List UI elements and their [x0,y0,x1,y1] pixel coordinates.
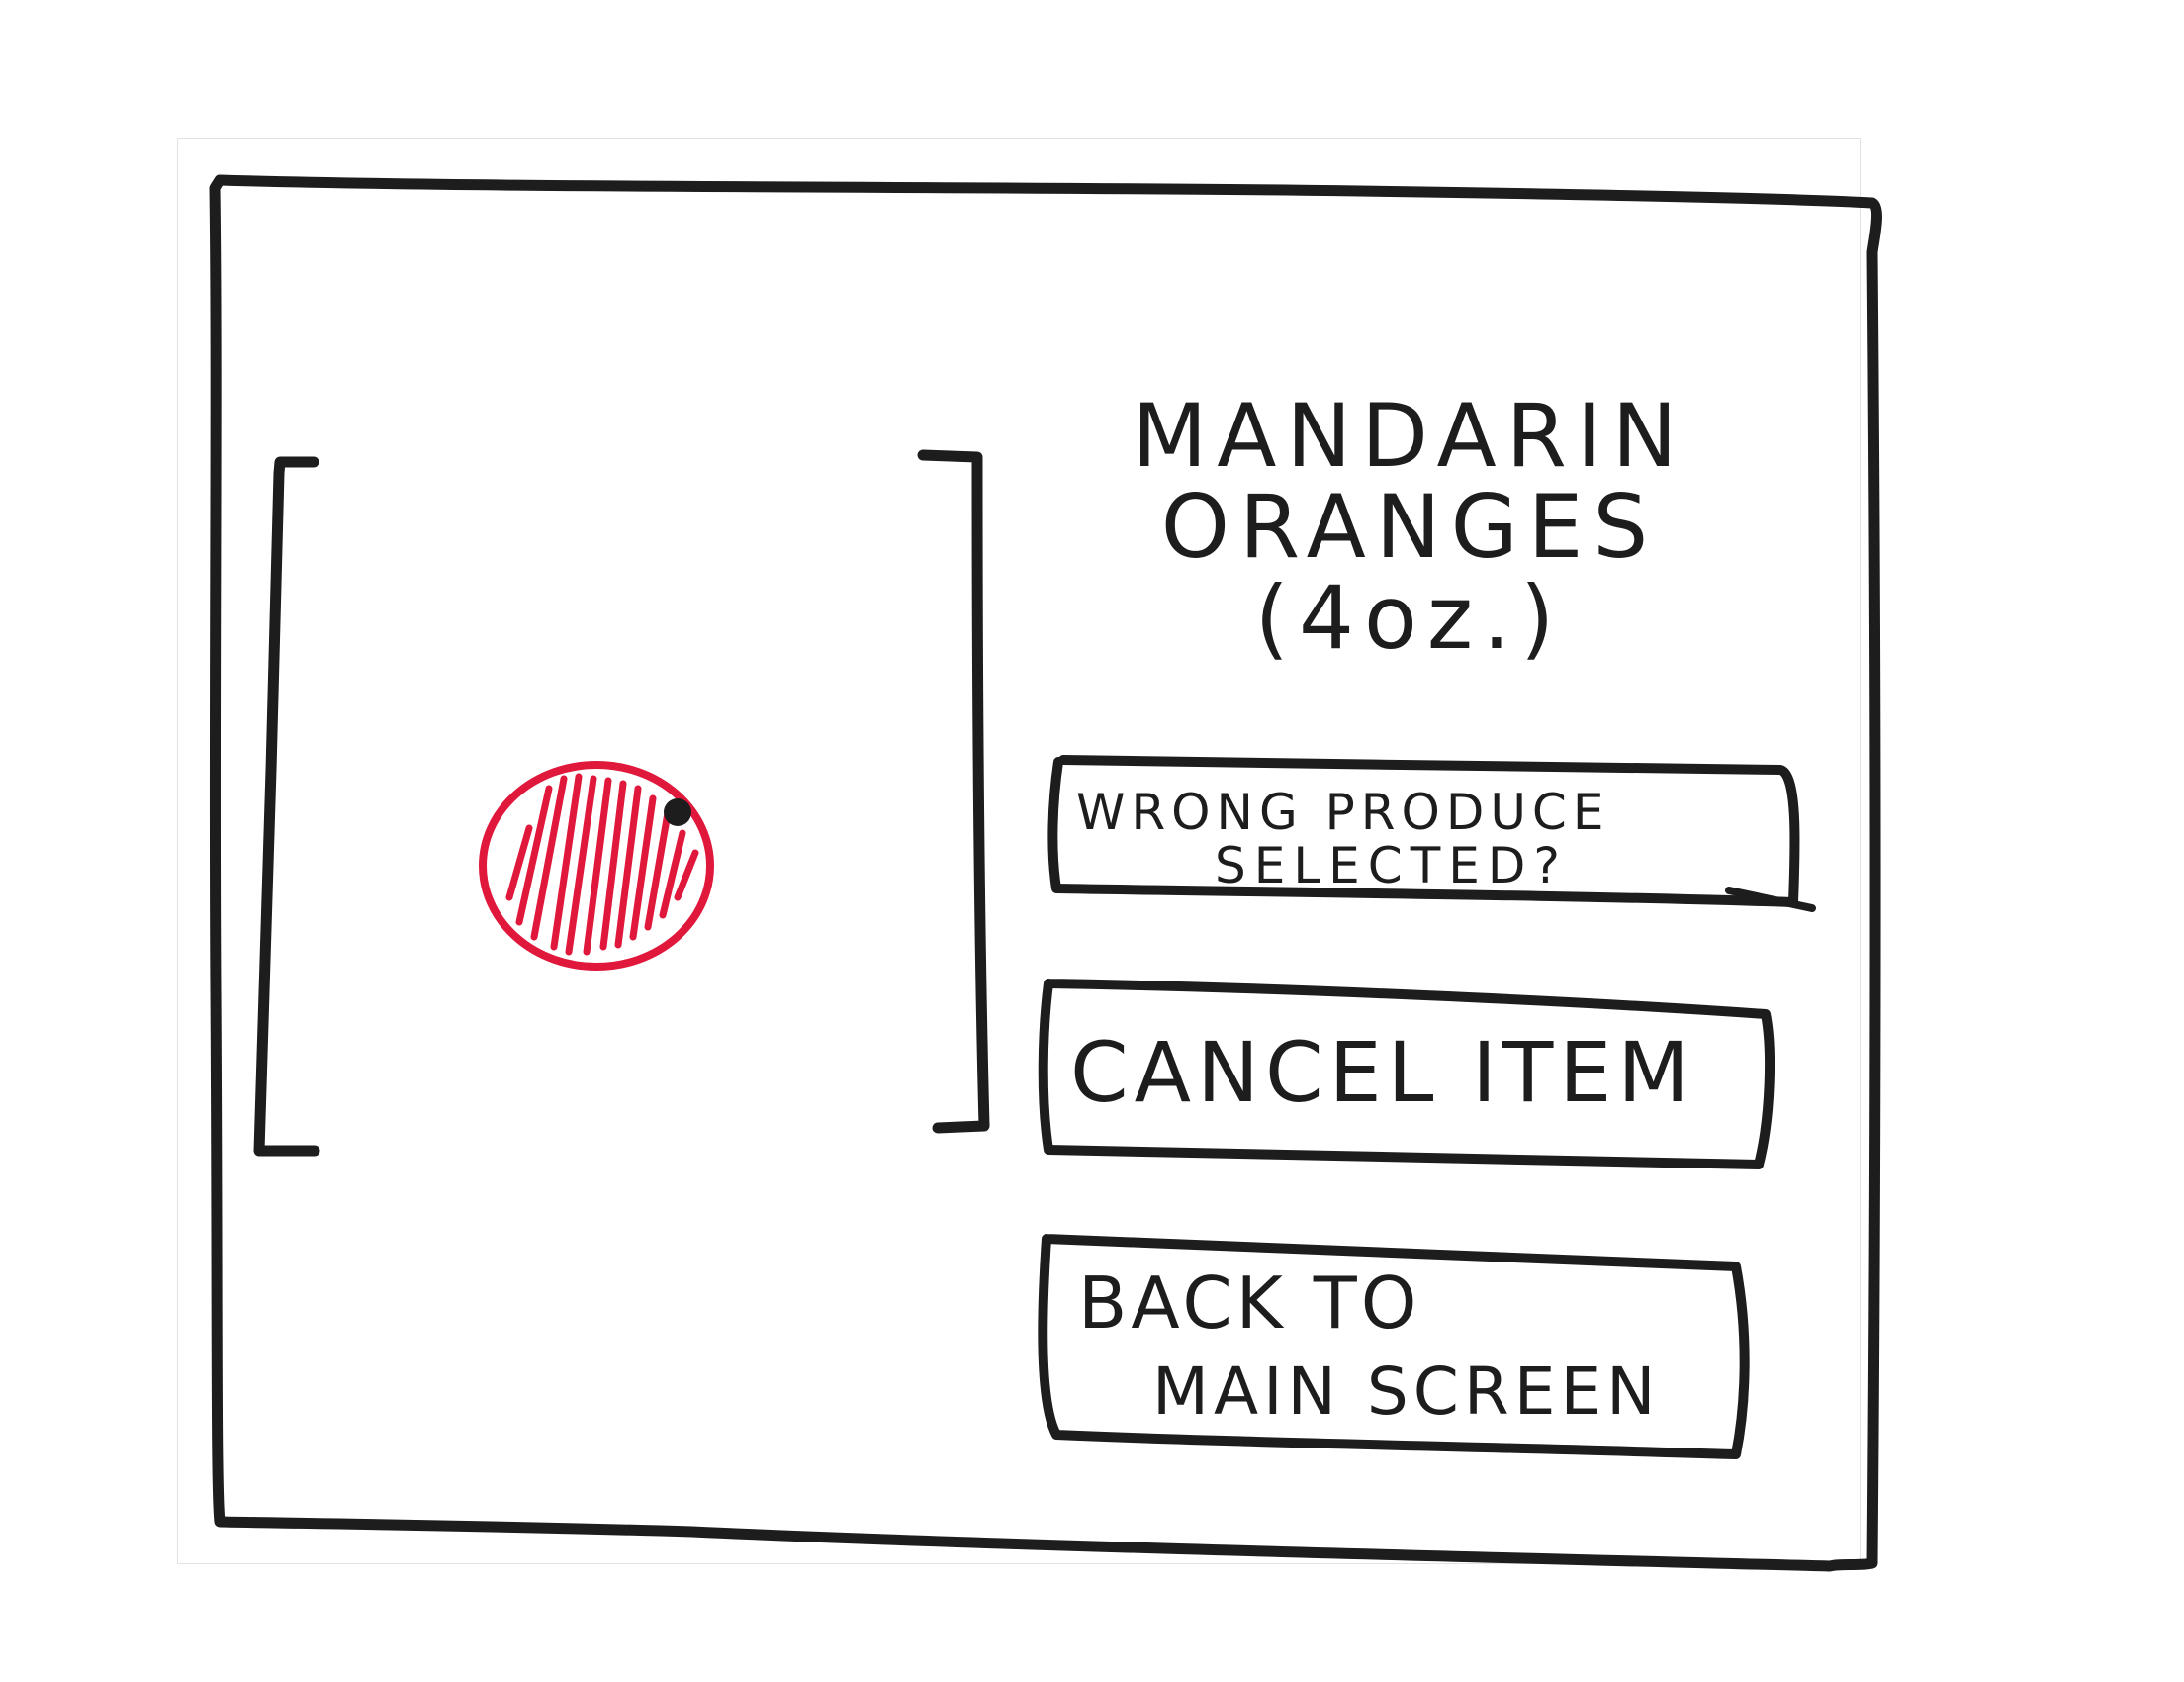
product-name-line-2: ORANGES [1160,476,1659,578]
back-to-main-screen-button[interactable]: BACK TO MAIN SCREEN [1039,1237,1751,1454]
back-label-line-1: BACK TO [1078,1262,1421,1345]
cancel-item-label: CANCEL ITEM [1070,1024,1695,1121]
cancel-item-button[interactable]: CANCEL ITEM [1037,980,1769,1163]
product-size: (4oz.) [1254,567,1565,669]
product-name-line-1: MANDARIN [1132,385,1687,487]
wrong-produce-label-line-2: SELECTED? [1215,837,1568,894]
wrong-produce-label-line-1: WRONG PRODUCE [1076,784,1610,841]
product-title: MANDARIN ORANGES (4oz.) [1073,391,1746,664]
wrong-produce-button[interactable]: WRONG PRODUCE SELECTED? [1046,762,1790,900]
back-label-line-2: MAIN SCREEN [1152,1354,1661,1430]
mandarin-orange-icon [479,761,714,971]
